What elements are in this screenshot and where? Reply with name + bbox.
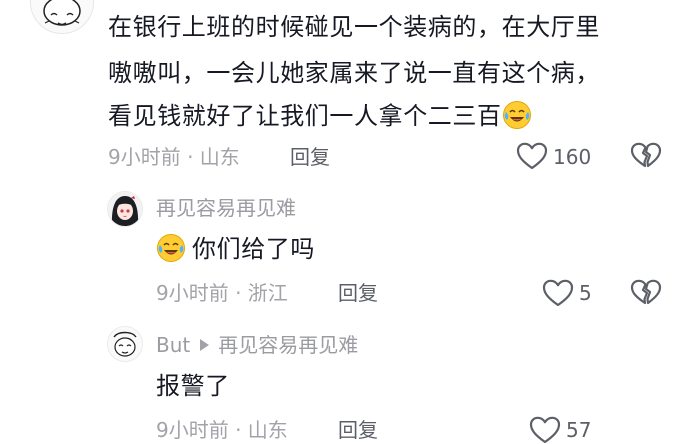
broken-heart-icon[interactable] [630,142,662,170]
comment-text-line-1: 在银行上班的时候碰见一个装病的，在大厅里 [108,13,600,41]
reply2-reply-to-username[interactable]: 再见容易再见难 [218,333,358,357]
crying-laughing-emoji-icon [156,233,186,263]
heart-outline-icon[interactable] [542,279,574,307]
crying-laughing-emoji-icon [502,100,532,130]
broken-heart-icon[interactable] [630,279,662,307]
anime-girl-avatar-icon [108,192,142,226]
reply1-time-location: 9小时前 · 浙江 [156,281,288,305]
reply2-avatar[interactable] [107,326,143,362]
commenter-avatar[interactable] [30,0,94,34]
comment-text-line-2: 嗷嗷叫，一会儿她家属来了说一直有这个病， [108,59,600,87]
cartoon-face-avatar-icon [31,0,93,33]
comment-text-line-3: 看见钱就好了让我们一人拿个二三百 [108,98,532,135]
reply1-avatar[interactable] [107,191,143,227]
reply2-header: But 再见容易再见难 [156,333,358,357]
reply-arrow-icon [200,339,210,351]
reply1-reply-button[interactable]: 回复 [338,281,378,305]
reply1-text: 你们给了吗 [156,231,315,268]
comment-text-line-3-content: 看见钱就好了让我们一人拿个二三百 [108,102,502,130]
comment-like-count: 160 [553,145,592,169]
reply1-text-content: 你们给了吗 [192,235,315,263]
reply2-username[interactable]: But [156,333,190,357]
cartoon-face-avatar-icon [108,327,142,361]
reply2-time-location: 9小时前 · 山东 [156,418,288,442]
reply1-username[interactable]: 再见容易再见难 [156,196,296,220]
comment-time-location: 9小时前 · 山东 [108,145,240,169]
heart-outline-icon[interactable] [529,416,561,444]
reply2-text: 报警了 [156,372,230,400]
reply2-like-count: 57 [566,418,592,442]
reply1-like-count: 5 [579,281,592,305]
heart-outline-icon[interactable] [516,142,548,170]
comment-reply-button[interactable]: 回复 [290,145,330,169]
reply2-reply-button[interactable]: 回复 [338,418,378,442]
